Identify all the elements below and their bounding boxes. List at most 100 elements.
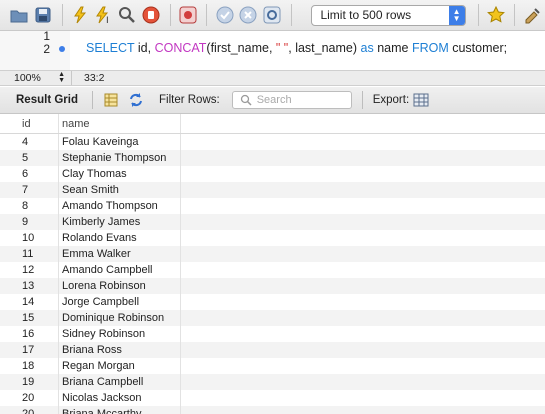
cell-id[interactable]: 7 (0, 182, 59, 198)
table-row[interactable]: 20 Nicolas Jackson (0, 390, 545, 406)
bookmark-icon[interactable] (485, 3, 508, 27)
cell-name[interactable]: Emma Walker (59, 246, 181, 262)
line-number: 2 (43, 42, 50, 56)
beautify-icon[interactable] (521, 3, 544, 27)
sql-statement[interactable]: SELECT id, CONCAT(first_name, " ", last_… (86, 41, 507, 55)
sql-text: , last_name) (288, 41, 361, 55)
autocommit-icon[interactable] (261, 3, 284, 27)
table-row[interactable]: 13 Lorena Robinson (0, 278, 545, 294)
cell-name[interactable]: Lorena Robinson (59, 278, 181, 294)
line-gutter: 1 2 (0, 29, 70, 70)
svg-text:I: I (106, 16, 109, 24)
search-icon (240, 94, 252, 109)
table-row[interactable]: 16 Sidney Robinson (0, 326, 545, 342)
cell-id[interactable]: 9 (0, 214, 59, 230)
cell-name[interactable]: Amando Campbell (59, 262, 181, 278)
line-number: 1 (43, 29, 50, 43)
cell-id[interactable]: 10 (0, 230, 59, 246)
filter-search-input[interactable]: Search (231, 91, 352, 109)
cell-id[interactable]: 11 (0, 246, 59, 262)
toolbar-separator (290, 4, 292, 26)
toolbar-separator (361, 91, 363, 109)
grid-layout-icon[interactable] (99, 88, 123, 112)
column-header-id[interactable]: id (0, 114, 59, 133)
cell-name[interactable]: Sidney Robinson (59, 326, 181, 342)
cell-id[interactable]: 13 (0, 278, 59, 294)
table-row[interactable]: 4 Folau Kaveinga (0, 134, 545, 150)
sql-keyword: SELECT (86, 41, 135, 55)
column-header-name[interactable]: name (59, 114, 181, 133)
cell-id[interactable]: 15 (0, 310, 59, 326)
sql-editor[interactable]: 1 2 SELECT id, CONCAT(first_name, " ", l… (0, 29, 545, 70)
sql-keyword: FROM (411, 41, 449, 55)
toolbar-separator (169, 4, 171, 26)
toolbar-separator (514, 4, 516, 26)
sql-text: customer; (448, 41, 508, 55)
stop-icon[interactable] (140, 3, 163, 27)
export-icon[interactable] (409, 88, 433, 112)
table-row[interactable]: 9 Kimberly James (0, 214, 545, 230)
toolbar-separator (206, 4, 208, 26)
table-row[interactable]: 6 Clay Thomas (0, 166, 545, 182)
refresh-icon[interactable] (124, 88, 148, 112)
table-row[interactable]: 18 Regan Morgan (0, 358, 545, 374)
query-toolbar: I Limit to 500 rows ▲ ▼ (0, 0, 545, 31)
cell-id[interactable]: 4 (0, 134, 59, 150)
cell-name[interactable]: Rolando Evans (59, 230, 181, 246)
cell-id[interactable]: 8 (0, 198, 59, 214)
table-row[interactable]: 10 Rolando Evans (0, 230, 545, 246)
cell-name[interactable]: Dominique Robinson (59, 310, 181, 326)
cell-name[interactable]: Clay Thomas (59, 166, 181, 182)
save-icon[interactable] (32, 3, 55, 27)
cell-id[interactable]: 19 (0, 374, 59, 390)
cell-id[interactable]: 5 (0, 150, 59, 166)
sql-string: " " (275, 41, 289, 55)
result-toolbar: Result Grid Filter Rows: Search Export: (0, 87, 545, 114)
rollback-icon[interactable] (237, 3, 260, 27)
cell-id[interactable]: 17 (0, 342, 59, 358)
cell-id[interactable]: 20 (0, 406, 59, 414)
limit-rows-select[interactable]: Limit to 500 rows ▲ ▼ (311, 4, 466, 26)
sql-keyword: as (360, 41, 374, 55)
cell-name[interactable]: Briana Mccarthy (59, 406, 181, 414)
explain-icon[interactable] (116, 3, 139, 27)
cell-name[interactable]: Regan Morgan (59, 358, 181, 374)
table-row[interactable]: 20 Briana Mccarthy (0, 406, 545, 414)
zoom-select[interactable]: 100% ▲ ▼ (0, 71, 72, 85)
table-row[interactable]: 5 Stephanie Thompson (0, 150, 545, 166)
table-row[interactable]: 15 Dominique Robinson (0, 310, 545, 326)
table-row[interactable]: 14 Jorge Campbell (0, 294, 545, 310)
cursor-position: 33:2 (84, 72, 105, 84)
cell-name[interactable]: Sean Smith (59, 182, 181, 198)
grid-header: id name (0, 114, 545, 134)
commit-icon[interactable] (213, 3, 236, 27)
table-row[interactable]: 11 Emma Walker (0, 246, 545, 262)
cell-id[interactable]: 20 (0, 390, 59, 406)
table-row[interactable]: 12 Amando Campbell (0, 262, 545, 278)
table-row[interactable]: 19 Briana Campbell (0, 374, 545, 390)
table-row[interactable]: 7 Sean Smith (0, 182, 545, 198)
cell-name[interactable]: Stephanie Thompson (59, 150, 181, 166)
cell-id[interactable]: 6 (0, 166, 59, 182)
execute-current-icon[interactable]: I (92, 3, 115, 27)
cell-name[interactable]: Amando Thompson (59, 198, 181, 214)
open-folder-icon[interactable] (8, 3, 31, 27)
cell-name[interactable]: Briana Campbell (59, 374, 181, 390)
table-row[interactable]: 17 Briana Ross (0, 342, 545, 358)
cell-name[interactable]: Kimberly James (59, 214, 181, 230)
toolbar-separator (61, 4, 63, 26)
toggle-error-icon[interactable] (177, 3, 200, 27)
cell-id[interactable]: 18 (0, 358, 59, 374)
zoom-value: 100% (14, 72, 41, 84)
cell-name[interactable]: Folau Kaveinga (59, 134, 181, 150)
cell-id[interactable]: 16 (0, 326, 59, 342)
table-row[interactable]: 8 Amando Thompson (0, 198, 545, 214)
execute-icon[interactable] (68, 3, 91, 27)
cell-name[interactable]: Briana Ross (59, 342, 181, 358)
cell-name[interactable]: Jorge Campbell (59, 294, 181, 310)
cell-name[interactable]: Nicolas Jackson (59, 390, 181, 406)
cell-id[interactable]: 14 (0, 294, 59, 310)
cell-id[interactable]: 12 (0, 262, 59, 278)
result-grid[interactable]: id name 4 Folau Kaveinga 5 Stephanie Thomps… (0, 114, 545, 414)
toolbar-separator (92, 91, 93, 109)
